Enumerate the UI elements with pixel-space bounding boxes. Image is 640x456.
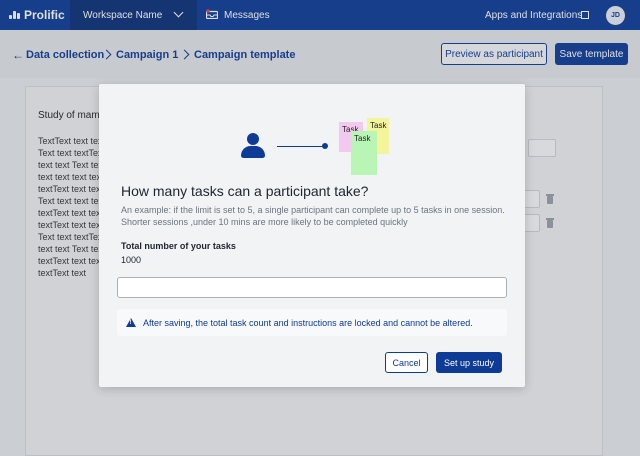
set-up-study-button[interactable]: Set up study: [436, 352, 502, 373]
person-icon: [247, 133, 259, 145]
connector-line: [277, 146, 324, 148]
dialog-description: An example: if the limit is set to 5, a …: [121, 205, 505, 227]
task-limit-input[interactable]: [117, 277, 507, 298]
dialog-title: How many tasks can a participant take?: [121, 183, 369, 199]
connector-dot: [322, 143, 328, 149]
task-count-value: 1000: [121, 255, 142, 265]
lock-warning-banner: After saving, the total task count and i…: [117, 309, 507, 336]
cancel-button[interactable]: Cancel: [385, 352, 428, 373]
warning-text: After saving, the total task count and i…: [143, 318, 473, 328]
task-limit-dialog: Task Task Task How many tasks can a part…: [99, 84, 525, 387]
task-note: Task: [351, 131, 377, 175]
person-icon-body: [241, 146, 265, 158]
warning-icon: [126, 318, 136, 327]
task-count-label: Total number of your tasks: [121, 241, 236, 251]
